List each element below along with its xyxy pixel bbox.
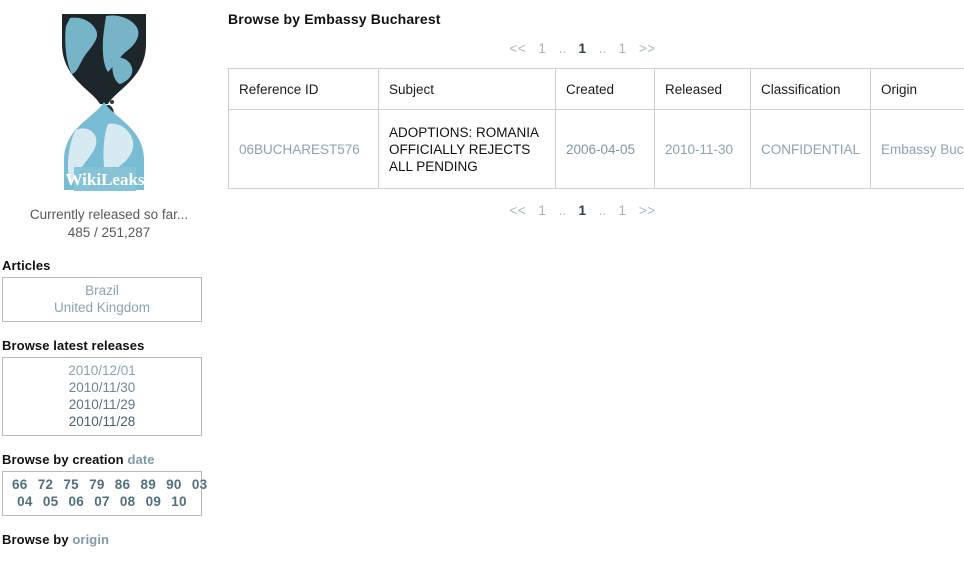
column-header-subject: Subject <box>378 68 556 110</box>
year-link-79[interactable]: 79 <box>89 477 105 492</box>
sidebar-heading-latest-releases-text: Browse latest releases <box>2 338 145 353</box>
pagination-gap-left-bottom: .. <box>558 203 567 218</box>
pagination-page-link-next-bottom[interactable]: 1 <box>619 203 627 218</box>
wikileaks-hourglass-icon: WikiLeaks <box>62 14 146 191</box>
released-date-link[interactable]: 2010-11-30 <box>665 142 733 157</box>
year-link-86[interactable]: 86 <box>115 477 131 492</box>
column-header-reference-id: Reference ID <box>228 68 379 110</box>
cell-classification[interactable]: CONFIDENTIAL <box>750 109 871 189</box>
pagination-last-button-bottom[interactable]: >> <box>639 203 656 218</box>
list-item[interactable]: 2010/11/29 <box>9 396 195 413</box>
released-counter: Currently released so far... 485 / 251,2… <box>0 206 218 242</box>
release-date-link-2010-11-29[interactable]: 2010/11/29 <box>69 397 136 412</box>
list-item[interactable]: 2010/12/01 <box>9 362 195 379</box>
year-link-10[interactable]: 10 <box>171 494 187 509</box>
year-link-09[interactable]: 09 <box>146 494 162 509</box>
pagination-last-button[interactable]: >> <box>639 41 656 56</box>
pagination-first-button-bottom[interactable]: << <box>509 203 526 218</box>
creation-date-link[interactable]: date <box>127 452 154 467</box>
list-item[interactable]: Brazil <box>9 282 195 299</box>
pagination-page-link-next[interactable]: 1 <box>619 41 627 56</box>
classification-link[interactable]: CONFIDENTIAL <box>761 142 860 157</box>
pagination-current-page-bottom[interactable]: 1 <box>578 203 586 218</box>
sidebar-heading-articles-text: Articles <box>2 258 51 273</box>
pagination-gap-left: .. <box>558 41 567 56</box>
release-date-link-2010-11-28[interactable]: 2010/11/28 <box>69 414 136 429</box>
cell-created: 2006-04-05 <box>555 109 655 189</box>
main-content: Browse by Embassy Bucharest << 1 .. 1 ..… <box>208 0 964 230</box>
year-link-04[interactable]: 04 <box>17 494 33 509</box>
sidebar-box-articles: Brazil United Kingdom <box>2 277 202 322</box>
year-link-75[interactable]: 75 <box>63 477 79 492</box>
list-item[interactable]: 2010/11/28 <box>9 413 195 430</box>
year-link-03[interactable]: 03 <box>192 477 208 492</box>
table-header-row: Reference ID Subject Created Released Cl… <box>228 68 964 110</box>
released-label: Currently released so far... <box>29 207 189 222</box>
article-link-brazil[interactable]: Brazil <box>85 283 119 298</box>
cell-origin[interactable]: Embassy Bucharest <box>870 109 964 189</box>
cables-table: Reference ID Subject Created Released Cl… <box>228 68 964 189</box>
pagination-gap-right: .. <box>598 41 607 56</box>
cell-released[interactable]: 2010-11-30 <box>654 109 751 189</box>
table-row[interactable]: 06BUCHAREST576 ADOPTIONS: ROMANIA OFFICI… <box>228 109 964 189</box>
year-link-05[interactable]: 05 <box>43 494 59 509</box>
wikileaks-wordmark: WikiLeaks <box>65 170 144 189</box>
year-link-07[interactable]: 07 <box>94 494 110 509</box>
year-link-90[interactable]: 90 <box>166 477 182 492</box>
year-row: 04 05 06 07 08 09 10 <box>9 493 195 510</box>
year-link-06[interactable]: 06 <box>69 494 85 509</box>
column-header-classification: Classification <box>750 68 871 110</box>
sidebar-heading-origin: Browse by origin <box>2 532 208 547</box>
sidebar-heading-articles: Articles <box>2 258 208 273</box>
released-count: 485 / 251,287 <box>67 225 151 240</box>
sidebar-heading-creation-date: Browse by creation date <box>2 452 208 467</box>
pagination-page-link-prev[interactable]: 1 <box>538 41 546 56</box>
release-date-link-2010-12-01[interactable]: 2010/12/01 <box>68 363 136 378</box>
pagination-first-button[interactable]: << <box>509 41 526 56</box>
article-link-united-kingdom[interactable]: United Kingdom <box>54 300 150 315</box>
origin-embassy-link[interactable]: Embassy Bucharest <box>881 142 964 157</box>
cell-reference-id[interactable]: 06BUCHAREST576 <box>228 109 379 189</box>
year-link-66[interactable]: 66 <box>12 477 28 492</box>
pagination-current-page[interactable]: 1 <box>578 41 586 56</box>
pagination-top: << 1 .. 1 .. 1 >> <box>226 41 939 56</box>
page-root: WikiLeaks Currently released so far... 4… <box>0 0 964 564</box>
list-item[interactable]: 2010/11/30 <box>9 379 195 396</box>
pagination-bottom: << 1 .. 1 .. 1 >> <box>226 203 939 218</box>
pagination-page-link-prev-bottom[interactable]: 1 <box>538 203 546 218</box>
year-row: 66 72 75 79 86 89 90 03 <box>9 476 207 493</box>
column-header-created: Created <box>555 68 655 110</box>
sidebar-box-latest-releases: 2010/12/01 2010/11/30 2010/11/29 2010/11… <box>2 357 202 436</box>
column-header-released: Released <box>654 68 751 110</box>
column-header-origin: Origin <box>870 68 964 110</box>
pagination-gap-right-bottom: .. <box>598 203 607 218</box>
site-logo[interactable]: WikiLeaks <box>0 0 208 202</box>
year-link-72[interactable]: 72 <box>38 477 54 492</box>
sidebar-heading-origin-text: Browse by <box>2 532 69 547</box>
sidebar: WikiLeaks Currently released so far... 4… <box>0 0 208 551</box>
sidebar-box-creation-years: 66 72 75 79 86 89 90 03 04 05 06 07 08 0… <box>2 471 207 516</box>
sidebar-heading-creation-date-text: Browse by creation <box>2 452 124 467</box>
sidebar-heading-latest-releases: Browse latest releases <box>2 338 208 353</box>
year-link-89[interactable]: 89 <box>140 477 156 492</box>
release-date-link-2010-11-30[interactable]: 2010/11/30 <box>69 380 136 395</box>
cell-subject: ADOPTIONS: ROMANIA OFFICIALLY REJECTS AL… <box>378 109 556 189</box>
origin-link[interactable]: origin <box>72 532 109 547</box>
list-item[interactable]: United Kingdom <box>9 299 195 316</box>
page-title: Browse by Embassy Bucharest <box>228 11 441 27</box>
cable-reference-link[interactable]: 06BUCHAREST576 <box>239 142 360 157</box>
year-link-08[interactable]: 08 <box>120 494 136 509</box>
